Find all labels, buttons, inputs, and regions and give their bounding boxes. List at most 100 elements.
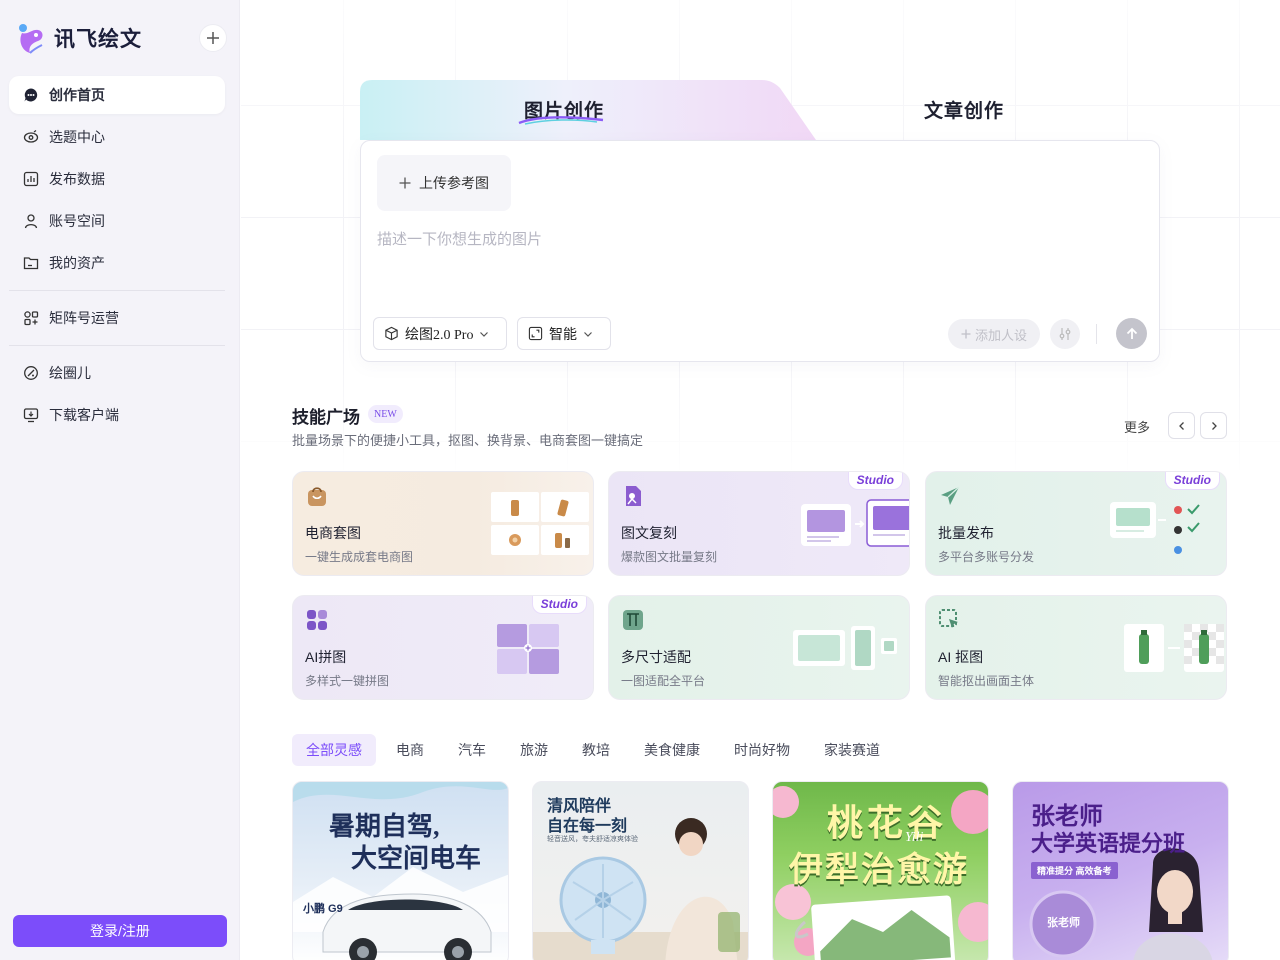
upload-reference-label: 上传参考图 — [419, 175, 489, 191]
model-select[interactable]: 绘图2.0 Pro — [373, 317, 507, 350]
arrow-up-icon — [1126, 327, 1137, 339]
skill-card-title: 批量发布 — [938, 525, 994, 541]
sidebar-item-assets[interactable]: 我的资产 — [9, 244, 225, 282]
category-tab-auto[interactable]: 汽车 — [444, 734, 500, 766]
gallery-tile-education[interactable]: 张老师 大学英语提分班 精准提分 高效备考 张老师 — [1012, 781, 1229, 960]
studio-badge: Studio — [531, 596, 587, 614]
login-register-button[interactable]: 登录/注册 — [13, 915, 227, 947]
sidebar-item-label: 选题中心 — [49, 129, 105, 145]
resize-icon — [623, 610, 643, 630]
skill-card-title: AI 抠图 — [938, 649, 984, 665]
new-badge: NEW — [368, 405, 403, 423]
shopping-bag-icon — [308, 487, 326, 506]
sidebar-item-publish-data[interactable]: 发布数据 — [9, 160, 225, 198]
skill-card-desc: 多样式一键拼图 — [305, 674, 390, 688]
settings-sliders-button[interactable] — [1050, 319, 1080, 349]
main-content: 图片创作 文章创作 上传参考图 绘图2.0 Pro 智能 添加人设 — [241, 0, 1280, 960]
document-replicate-icon — [626, 486, 641, 506]
tile-tag: 小鹏 G9 — [303, 903, 343, 915]
category-tab-education[interactable]: 教培 — [568, 734, 624, 766]
plus-icon — [207, 32, 219, 44]
category-tabs: 全部灵感 电商 汽车 旅游 教培 美食健康 时尚好物 家装赛道 — [292, 734, 894, 766]
skills-title: 技能广场 — [292, 408, 360, 427]
gallery-tile-car[interactable]: 暑期自驾, 大空间电车 小鹏 G9 — [292, 781, 509, 960]
skill-card-desc: 一图适配全平台 — [621, 674, 706, 688]
ratio-select[interactable]: 智能 — [517, 317, 611, 350]
skill-card-ai-cutout[interactable]: AI 抠图 智能抠出画面主体 — [925, 595, 1227, 700]
sidebar-item-community[interactable]: 绘圈儿 — [9, 354, 225, 392]
skill-card-ecommerce-set[interactable]: 电商套图 一键生成成套电商图 — [292, 471, 594, 576]
skill-card-desc: 智能抠出画面主体 — [938, 674, 1035, 688]
aspect-ratio-icon — [528, 326, 543, 341]
folder-icon — [23, 255, 39, 271]
chevron-right-icon — [1211, 421, 1217, 430]
sidebar-item-label: 账号空间 — [49, 213, 105, 229]
skill-card-title: 多尺寸适配 — [621, 649, 691, 665]
category-tab-food-health[interactable]: 美食健康 — [630, 734, 714, 766]
category-tab-all[interactable]: 全部灵感 — [292, 734, 376, 766]
sidebar-nav: 创作首页 选题中心 发布数据 账号空间 我的资产 矩阵号运营 绘圈儿 下载客户端 — [9, 76, 225, 438]
add-persona-label: 添加人设 — [974, 327, 1027, 343]
new-chat-button[interactable] — [199, 24, 227, 52]
brand-logo-icon — [19, 24, 43, 54]
sidebar-item-label: 创作首页 — [49, 87, 105, 103]
chevron-down-icon — [480, 331, 489, 337]
category-tab-home-decor[interactable]: 家装赛道 — [810, 734, 894, 766]
skill-card-desc: 多平台多账号分发 — [938, 550, 1035, 564]
sidebar-item-home[interactable]: 创作首页 — [9, 76, 225, 114]
skill-card-multi-size[interactable]: 多尺寸适配 一图适配全平台 — [608, 595, 910, 700]
chevron-down-icon — [584, 331, 592, 337]
category-tab-travel[interactable]: 旅游 — [506, 734, 562, 766]
tile-headline-2: 自在每一刻 — [547, 818, 628, 835]
sidebar-divider — [9, 290, 225, 291]
skill-card-desc: 一键生成成套电商图 — [305, 550, 414, 564]
tile-tag: 精准提分 高效备考 — [1031, 862, 1118, 879]
tile-tag: 轻音送风，夸夫舒适凉爽体验 — [547, 836, 638, 843]
more-link[interactable]: 更多 — [1124, 417, 1150, 436]
carousel-prev-button[interactable] — [1168, 412, 1195, 439]
tab-article-creation[interactable]: 文章创作 — [924, 96, 1004, 123]
sidebar-item-matrix[interactable]: 矩阵号运营 — [9, 299, 225, 337]
collage-grid-icon — [307, 610, 327, 630]
gallery-tile-fan[interactable]: 清风陪伴 自在每一刻 轻音送风，夸夫舒适凉爽体验 — [532, 781, 749, 960]
sidebar-item-account[interactable]: 账号空间 — [9, 202, 225, 240]
carousel-next-button[interactable] — [1200, 412, 1227, 439]
sidebar-item-label: 绘圈儿 — [49, 365, 91, 381]
brand[interactable]: 讯飞绘文 — [16, 20, 142, 56]
multi-size-illustration — [793, 626, 897, 670]
upload-reference-button[interactable]: 上传参考图 — [377, 155, 511, 211]
palette-icon — [23, 365, 39, 381]
skill-card-content-replicate[interactable]: 图文复刻 爆款图文批量复刻 Studio — [608, 471, 910, 576]
sidebar-item-label: 下载客户端 — [49, 407, 119, 423]
send-button[interactable] — [1116, 318, 1147, 349]
prompt-input[interactable] — [377, 227, 1137, 251]
sidebar-divider — [9, 345, 225, 346]
category-tab-fashion[interactable]: 时尚好物 — [720, 734, 804, 766]
skill-card-desc: 爆款图文批量复刻 — [621, 550, 718, 564]
model-select-value: 绘图2.0 Pro — [405, 327, 474, 343]
add-persona-button[interactable]: 添加人设 — [948, 319, 1040, 349]
apps-grid-icon — [23, 310, 39, 326]
gallery-tile-travel[interactable]: 桃花谷 伊犁治愈游 Yili — [772, 781, 989, 960]
skill-card-ai-collage[interactable]: AI拼图 多样式一键拼图 Studio — [292, 595, 594, 700]
sidebar-item-download[interactable]: 下载客户端 — [9, 396, 225, 434]
studio-badge: Studio — [1164, 472, 1220, 490]
tile-tag: Yili — [905, 830, 924, 845]
tab-underline-decoration — [518, 116, 604, 125]
cutout-select-icon — [939, 609, 958, 628]
tile-headline-2: 伊犁治愈游 — [789, 851, 969, 889]
bar-chart-icon — [23, 171, 39, 187]
sidebar-item-label: 我的资产 — [49, 255, 105, 271]
toolbar-divider — [1096, 324, 1097, 344]
teacher-name-badge: 张老师 — [1047, 917, 1080, 929]
sidebar-item-label: 矩阵号运营 — [49, 310, 119, 326]
category-tab-ecommerce[interactable]: 电商 — [382, 734, 438, 766]
sidebar-item-topics[interactable]: 选题中心 — [9, 118, 225, 156]
tile-headline-2: 大学英语提分班 — [1031, 831, 1186, 856]
skill-card-batch-publish[interactable]: 批量发布 多平台多账号分发 Studio — [925, 471, 1227, 576]
sidebar-item-label: 发布数据 — [49, 171, 105, 187]
paper-plane-icon — [941, 486, 960, 505]
brand-name: 讯飞绘文 — [54, 28, 142, 51]
sliders-icon — [1059, 328, 1071, 340]
ecommerce-set-illustration — [491, 492, 589, 555]
